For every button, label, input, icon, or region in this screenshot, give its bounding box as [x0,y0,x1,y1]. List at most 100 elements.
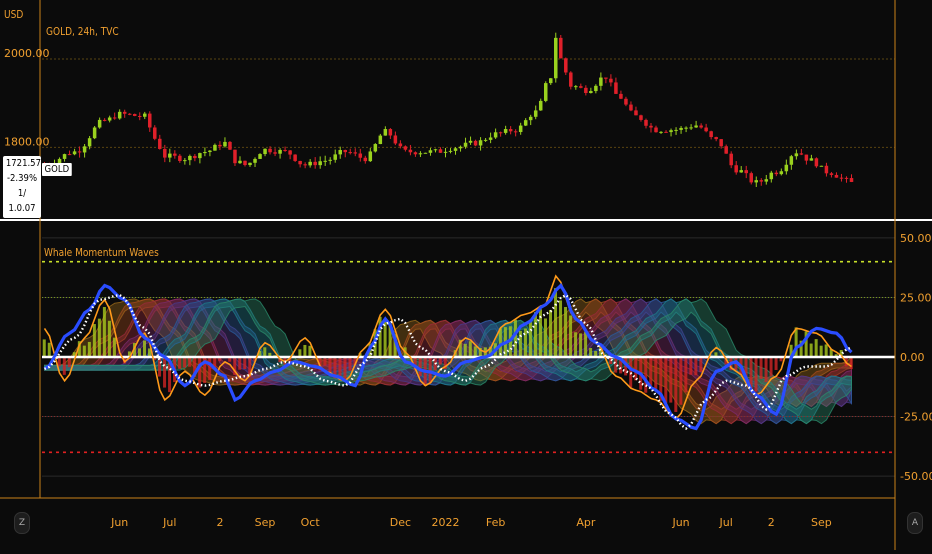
histogram-bar [88,342,91,357]
candle-body [669,130,673,132]
histogram-bar [514,320,517,357]
candle-body [268,149,272,153]
candle-body [389,129,393,135]
histogram-bar [810,344,813,357]
candle-body [83,146,87,152]
candle-body [188,156,192,160]
candle-body [499,132,503,133]
candle-body [724,146,728,153]
histogram-bar [755,357,758,391]
x-tick-label: Sep [255,516,276,529]
candle-body [800,153,804,154]
candle-body [469,141,473,143]
histogram-bar [178,357,181,369]
candle-body [203,152,207,153]
candle-body [780,171,784,174]
histogram-bar [464,344,467,357]
histogram-bar [589,348,592,357]
candle-body [138,116,142,117]
candle-body [765,179,769,181]
candle-body [223,142,227,146]
histogram-bar [554,288,557,357]
candle-body [749,173,753,182]
last-price: 1721.57 [6,156,38,171]
histogram-bar [198,357,201,388]
histogram-bar [634,357,637,380]
candle-body [243,161,247,165]
candle-body [108,117,112,120]
candle-body [850,178,854,182]
candle-body [233,150,237,163]
histogram-bar [534,312,537,357]
candle-body [559,38,563,58]
candle-body [619,94,623,99]
candle-body [288,150,292,154]
candle-body [148,114,152,128]
candle-body [684,128,688,129]
histogram-bar [183,357,186,368]
chart-canvas[interactable]: JunJul2SepOctDec2022FebAprJunJul2Sep 180… [0,0,932,550]
candle-body [128,114,132,115]
x-tick-label: Oct [301,516,321,529]
candle-body [133,114,137,116]
candle-body [333,154,337,159]
histogram-bar [43,339,46,357]
histogram-bar [579,333,582,357]
candle-body [484,140,488,141]
candle-body [820,166,824,167]
candle-body [504,129,508,133]
candle-body [369,151,373,161]
histogram-bar [574,332,577,357]
histogram-bar [98,319,101,357]
candle-body [328,160,332,161]
histogram-bar [163,357,166,388]
indicator-title[interactable]: Whale Momentum Waves [44,246,159,259]
candle-body [629,105,633,111]
histogram-bar [850,357,853,369]
candle-body [634,110,638,115]
chart-stage[interactable]: JunJul2SepOctDec2022FebAprJunJul2Sep 180… [0,0,932,550]
histogram-bar [308,346,311,357]
candle-body [308,162,312,166]
candle-body [744,170,748,173]
x-tick-label: Jul [162,516,176,529]
price-tick-label: 1800.00 [4,135,50,148]
candle-body [514,131,518,132]
histogram-bar [63,357,66,375]
histogram-bar [48,343,51,357]
histogram-bar [529,320,532,357]
candle-body [98,120,102,128]
candle-body [509,129,513,131]
candle-body [609,79,613,83]
candle-body [253,159,257,163]
candle-body [424,153,428,154]
candle-body [714,137,718,139]
histogram-bar [58,357,61,366]
symbol-title[interactable]: GOLD, 24h, TVC [46,25,119,38]
histogram-bar [654,357,657,389]
histogram-bar [760,357,763,379]
candle-body [494,132,498,137]
candle-body [719,139,723,146]
histogram-bar [323,357,326,366]
candle-body [810,158,814,160]
candle-body [439,149,443,153]
candle-body [208,151,212,152]
candle-body [549,78,553,83]
candle-body [143,114,147,117]
x-tick-label: Sep [811,516,832,529]
timezone-button[interactable]: Z [14,512,30,534]
candle-body [454,148,458,151]
candle-body [193,156,197,158]
candle-body [349,152,353,153]
histogram-bar [674,357,677,412]
candle-body [805,155,809,161]
auto-scale-button[interactable]: A [907,512,923,534]
histogram-bar [820,346,823,357]
candle-body [755,180,759,182]
candle-body [659,132,663,133]
histogram-bar [815,339,818,357]
histogram-bar [188,357,191,367]
candle-body [704,128,708,132]
x-tick-label: Feb [486,516,505,529]
